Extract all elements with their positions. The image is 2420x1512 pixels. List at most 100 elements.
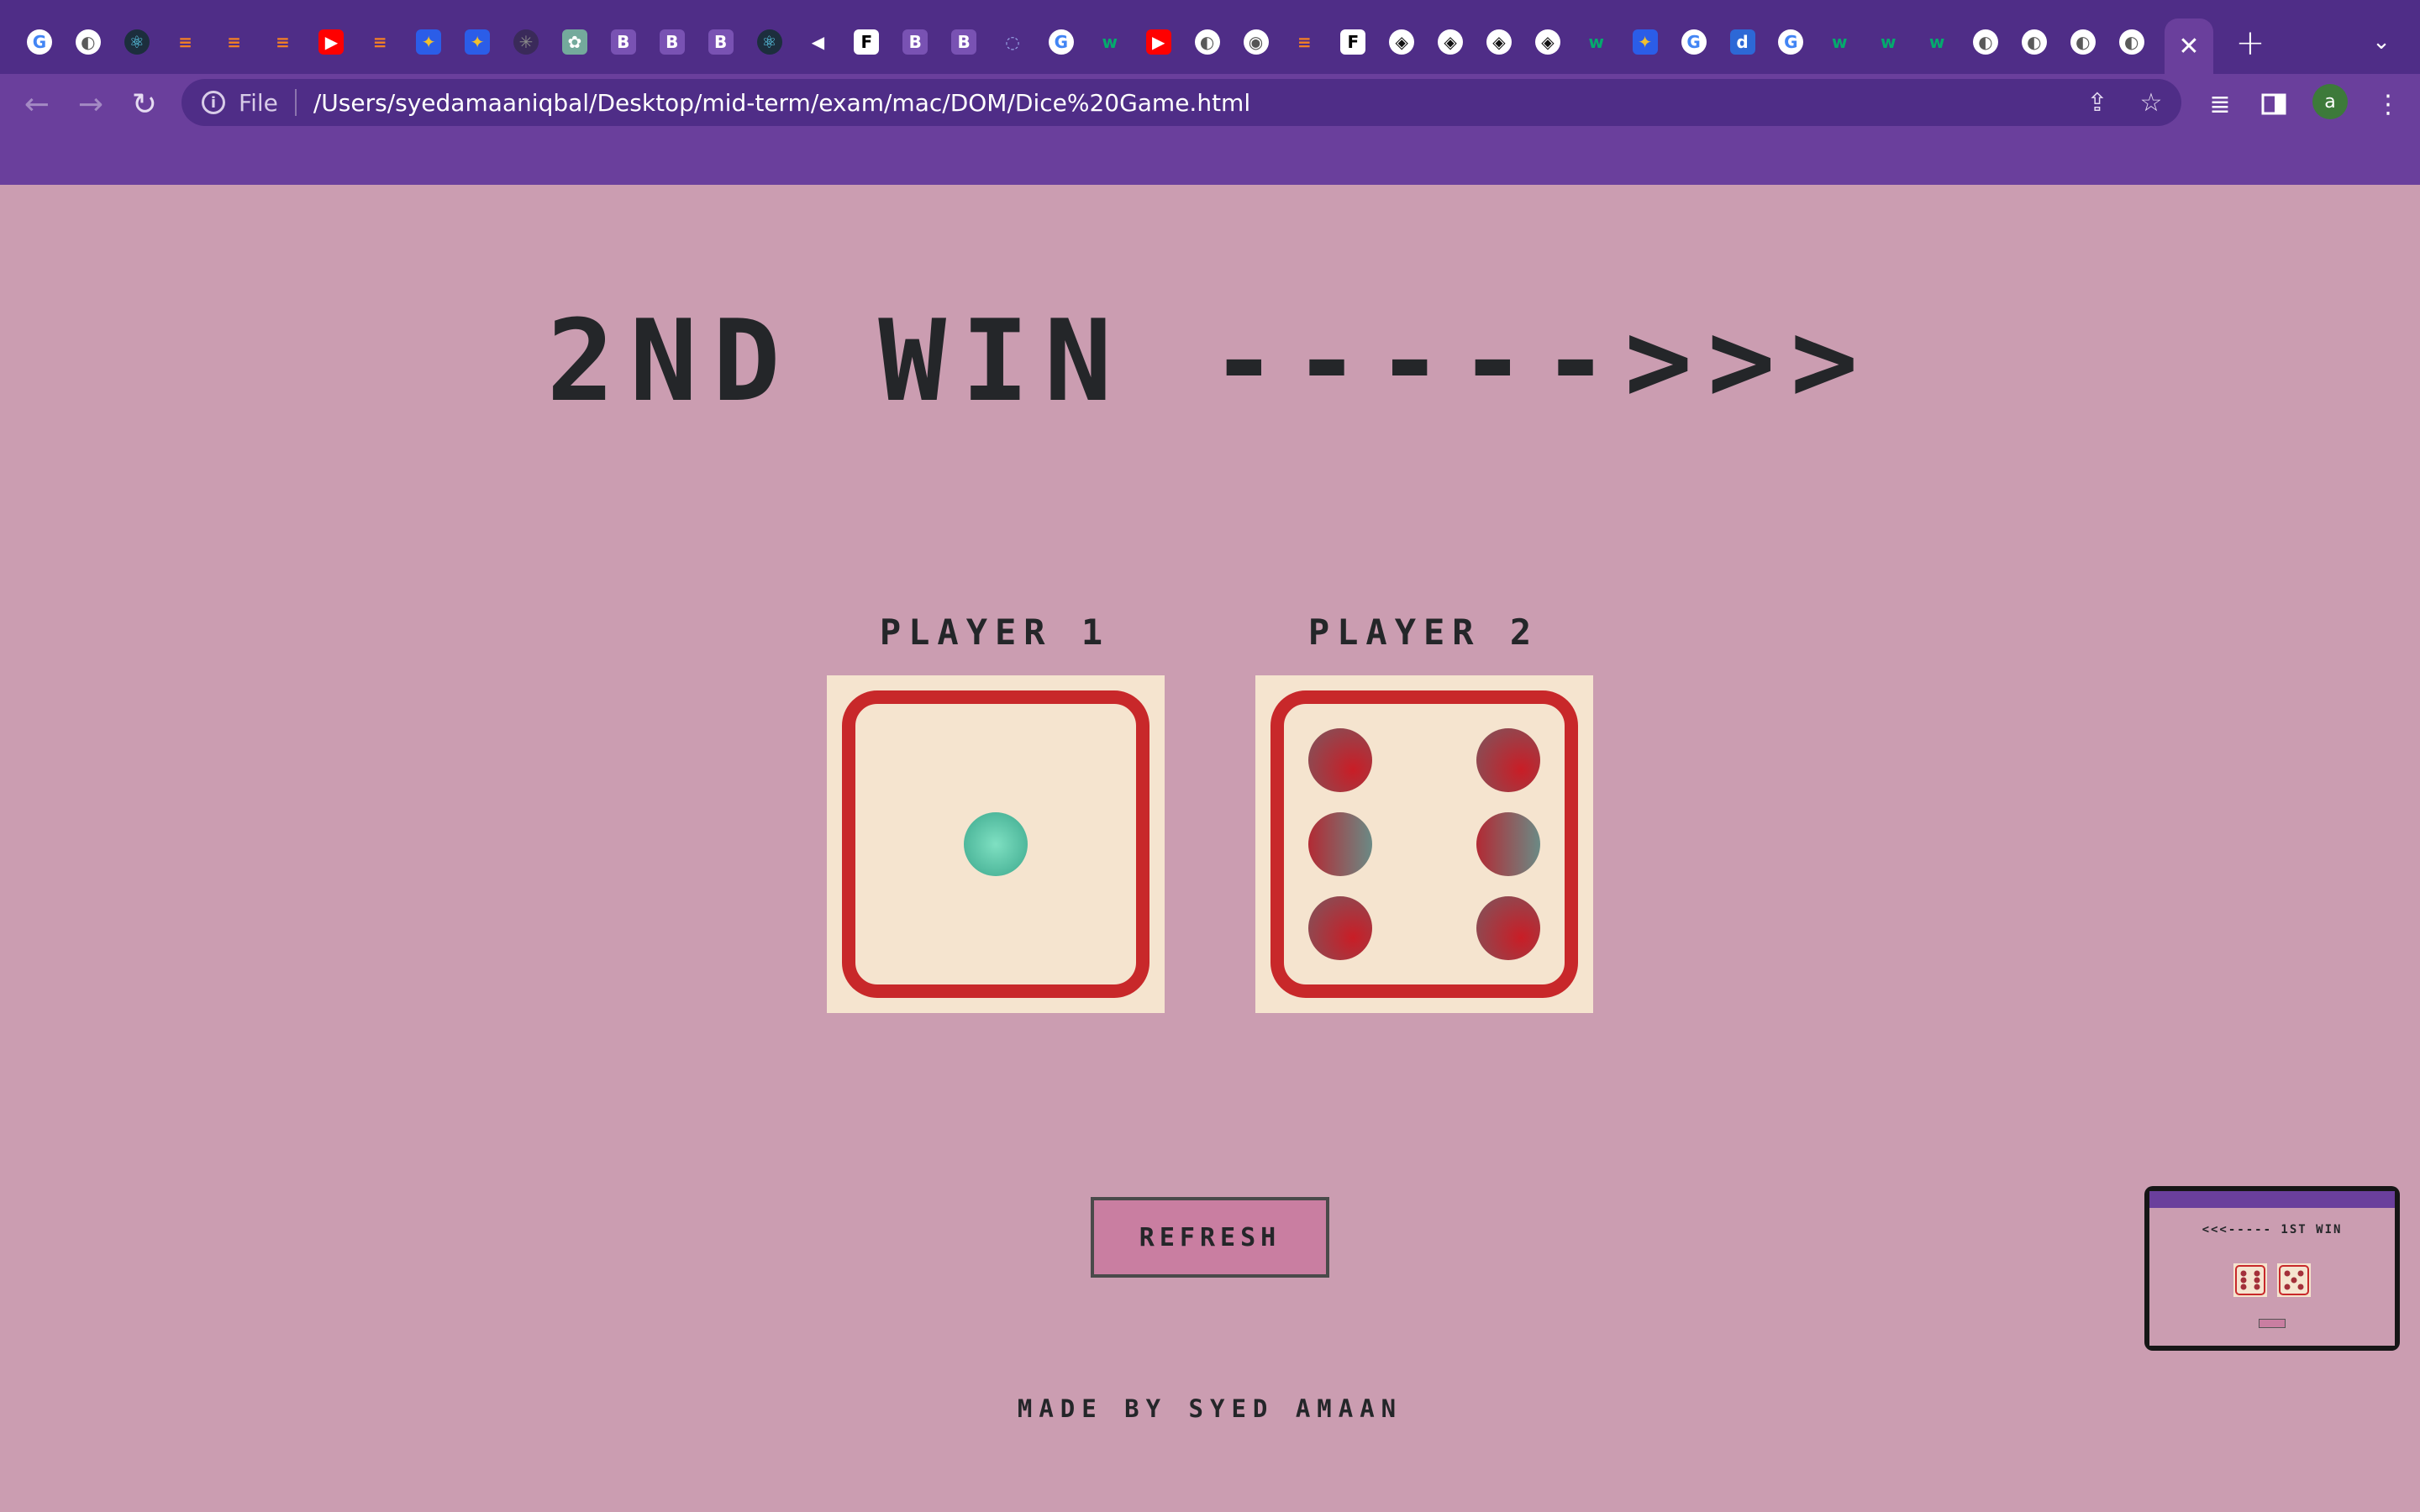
tab-item[interactable]: ▶	[307, 18, 355, 66]
tab-item[interactable]: G	[1766, 18, 1815, 66]
thumbnail-title: <<<----- 1ST WIN	[2202, 1223, 2343, 1236]
tab-item[interactable]: w	[1815, 18, 1864, 66]
tab-item[interactable]: ✳	[502, 18, 550, 66]
google-icon: G	[27, 29, 52, 55]
codepen-icon: ◈	[1486, 29, 1512, 55]
google-icon: G	[1681, 29, 1707, 55]
tab-item[interactable]: B	[648, 18, 697, 66]
tab-item[interactable]: ✦	[404, 18, 453, 66]
die-pip	[1476, 728, 1540, 792]
tab-item[interactable]: G	[1670, 18, 1718, 66]
codepen-icon: ◈	[1438, 29, 1464, 55]
info-icon[interactable]: i	[202, 91, 225, 114]
back-button[interactable]: ←	[13, 81, 60, 128]
die-pip	[1308, 812, 1372, 876]
tab-item[interactable]: ◌	[988, 18, 1037, 66]
tab-item[interactable]: ≡	[210, 18, 259, 66]
react-icon: ⚛	[756, 29, 782, 55]
bootstrap-icon: B	[659, 29, 685, 55]
close-tab-icon[interactable]: ✕	[2178, 32, 2199, 61]
tab-item[interactable]: ◈	[1426, 18, 1475, 66]
tab-item[interactable]: F	[1328, 18, 1377, 66]
tab-item[interactable]: ◐	[64, 18, 113, 66]
tab-active[interactable]: ✕	[2165, 18, 2213, 74]
tab-item[interactable]: ◐	[2010, 18, 2059, 66]
tab-item[interactable]: ◈	[1523, 18, 1572, 66]
globe-icon: ◐	[1194, 29, 1220, 55]
tab-item[interactable]: B	[599, 18, 648, 66]
kebab-menu-icon[interactable]: ⋮	[2366, 82, 2410, 126]
die-pip	[1308, 728, 1372, 792]
new-tab-button[interactable]: +	[2227, 18, 2274, 66]
stackoverflow-icon: ≡	[276, 32, 290, 52]
page-title: 2ND WIN ----->>>	[546, 296, 1874, 427]
tab-item[interactable]: G	[1037, 18, 1086, 66]
tab-item[interactable]: ◐	[2059, 18, 2107, 66]
tab-item[interactable]: w	[1086, 18, 1134, 66]
refresh-button[interactable]: REFRESH	[1091, 1197, 1329, 1278]
tab-item[interactable]: ≡	[355, 18, 404, 66]
tab-item[interactable]: G	[15, 18, 64, 66]
thumbnail-browser-bar	[2149, 1191, 2395, 1208]
url-text[interactable]: /Users/syedamaaniqbal/Desktop/mid-term/e…	[313, 89, 1250, 117]
tab-item[interactable]: ◉	[1232, 18, 1281, 66]
tab-item[interactable]: ✦	[453, 18, 502, 66]
tab-item[interactable]: ▶	[1134, 18, 1183, 66]
google-icon: G	[1048, 29, 1074, 55]
tab-item[interactable]: w	[1864, 18, 1912, 66]
share-icon[interactable]: ⇪	[2081, 86, 2114, 119]
bookmark-star-icon[interactable]: ☆	[2134, 86, 2168, 119]
tab-item[interactable]: B	[939, 18, 988, 66]
side-panel-icon[interactable]	[2252, 82, 2296, 126]
tab-item[interactable]: ✿	[550, 18, 599, 66]
tab-item[interactable]: B	[697, 18, 745, 66]
bootstrap-icon: B	[610, 29, 636, 55]
tab-item[interactable]: ◈	[1475, 18, 1523, 66]
reload-button[interactable]: ↻	[121, 81, 168, 128]
tab-item[interactable]: d	[1718, 18, 1767, 66]
tab-item[interactable]: ⚛	[745, 18, 794, 66]
player2-label: PLAYER 2	[1307, 612, 1539, 653]
w3schools-icon: w	[1880, 32, 1897, 52]
die-player2	[1255, 675, 1593, 1013]
dailydev-icon: d	[1729, 29, 1755, 55]
globe-icon: ◐	[75, 29, 101, 55]
die-pip	[1476, 896, 1540, 960]
tab-search-chevron-icon[interactable]: ⌄	[2361, 20, 2402, 64]
tab-item[interactable]: ◈	[1377, 18, 1426, 66]
w3schools-icon: w	[1102, 32, 1118, 52]
tab-item[interactable]: B	[891, 18, 939, 66]
die-pip	[964, 812, 1028, 876]
stackoverflow-icon: ≡	[372, 32, 387, 52]
tab-item[interactable]: w	[1572, 18, 1621, 66]
tab-item[interactable]: ⚛	[113, 18, 161, 66]
globe-icon: ◐	[2021, 29, 2047, 55]
thumbnail-die-2	[2277, 1263, 2311, 1297]
tab-item[interactable]: ≡	[161, 18, 210, 66]
tab-item[interactable]: ≡	[259, 18, 308, 66]
tab-item[interactable]: F	[842, 18, 891, 66]
tab-item[interactable]: ✦	[1621, 18, 1670, 66]
tab-item[interactable]: w	[1912, 18, 1961, 66]
media-control-icon[interactable]: ≣	[2198, 82, 2242, 126]
tab-item[interactable]: ≡	[1280, 18, 1328, 66]
window-preview-thumbnail[interactable]: <<<----- 1ST WIN	[2144, 1186, 2400, 1351]
speaker-icon: ◀	[811, 32, 825, 52]
globe-icon: ◐	[2118, 29, 2144, 55]
openai-icon: ✿	[561, 29, 587, 55]
bootstrap-icon: B	[708, 29, 734, 55]
die-pip	[1476, 812, 1540, 876]
url-scheme-label: File	[239, 88, 278, 117]
youtube-icon: ▶	[318, 29, 345, 55]
tab-item[interactable]: ◐	[1961, 18, 2010, 66]
tab-item[interactable]: ◀	[793, 18, 842, 66]
w3schools-icon: w	[1928, 32, 1945, 52]
codepen-icon: ◈	[1534, 29, 1560, 55]
tab-item[interactable]: ◐	[1183, 18, 1232, 66]
thumbnail-die-1	[2233, 1263, 2267, 1297]
profile-avatar[interactable]: a	[2312, 84, 2348, 119]
w3schools-icon: w	[1588, 32, 1605, 52]
address-bar[interactable]: i File /Users/syedamaaniqbal/Desktop/mid…	[182, 79, 2181, 126]
tab-item[interactable]: ◐	[2107, 18, 2156, 66]
forward-button[interactable]: →	[67, 81, 114, 128]
